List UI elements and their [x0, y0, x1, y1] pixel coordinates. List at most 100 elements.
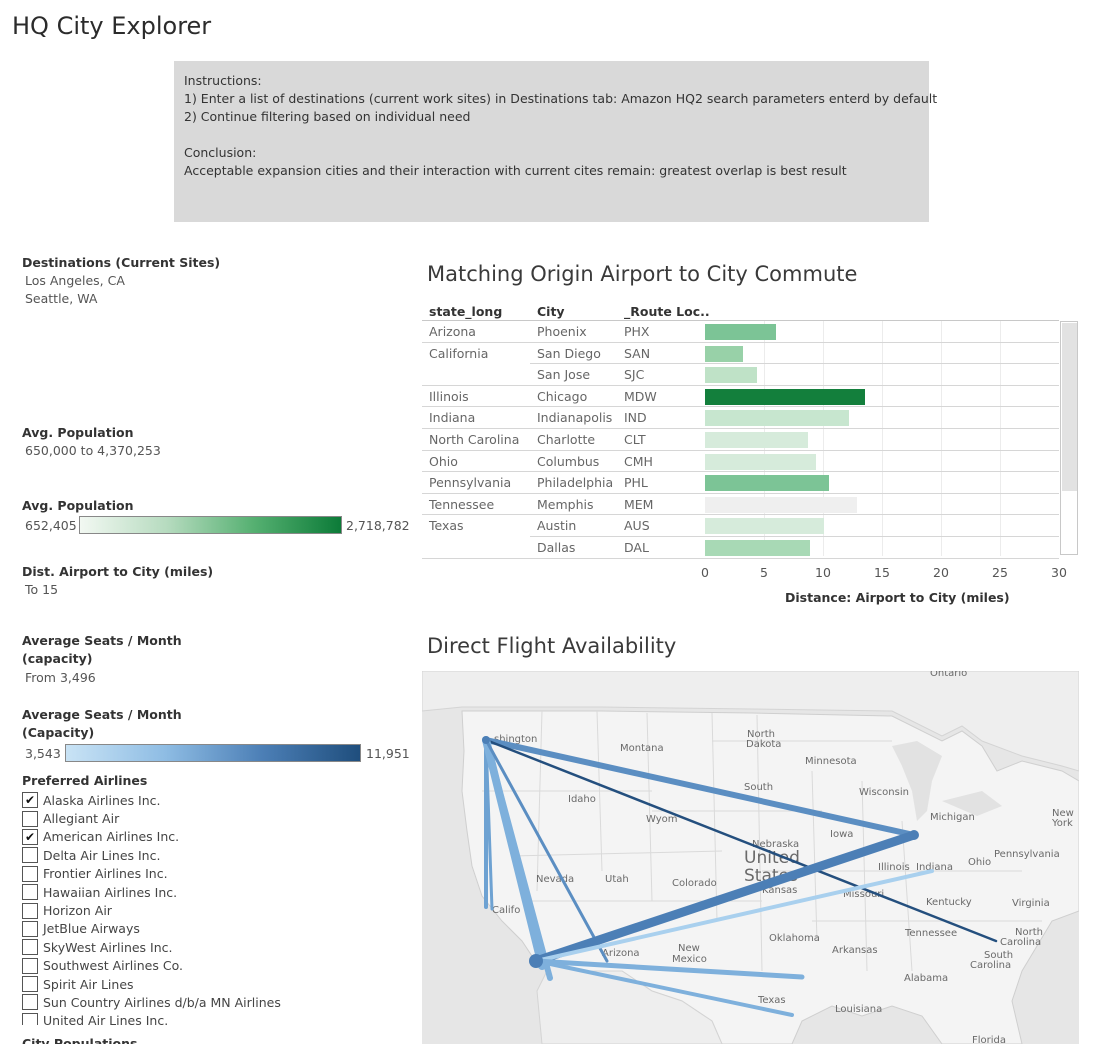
cell-route-code: PHX [624, 324, 650, 339]
checkbox[interactable]: ✔ [22, 828, 38, 845]
checkbox[interactable] [22, 994, 38, 1011]
airline-option[interactable]: United Air Lines Inc. [22, 1012, 352, 1025]
distance-bar[interactable] [705, 388, 866, 405]
distance-bar[interactable] [705, 518, 825, 535]
checkbox[interactable] [22, 957, 38, 974]
table-row[interactable]: Tennessee Memphis MEM [422, 494, 1059, 516]
airport-dot-los-angeles[interactable] [529, 954, 543, 968]
airline-option[interactable]: ✔ Alaska Airlines Inc. [22, 791, 352, 809]
airline-label: SkyWest Airlines Inc. [43, 939, 173, 955]
destination-value-la[interactable]: Los Angeles, CA [25, 272, 125, 290]
airline-option[interactable]: Delta Air Lines Inc. [22, 846, 352, 864]
seats-filter-value[interactable]: From 3,496 [25, 669, 96, 687]
airline-option[interactable]: SkyWest Airlines Inc. [22, 938, 352, 956]
x-axis-tick-label: 25 [992, 565, 1008, 580]
map-label: Alabama [904, 973, 948, 984]
table-row[interactable]: Illinois Chicago MDW [422, 386, 1059, 408]
airline-label: Hawaiian Airlines Inc. [43, 884, 178, 900]
table-row[interactable]: Indiana Indianapolis IND [422, 407, 1059, 429]
airline-label: Allegiant Air [43, 811, 120, 827]
checkbox[interactable] [22, 976, 38, 993]
table-row[interactable]: California San Diego SAN [422, 343, 1059, 365]
checkbox[interactable] [22, 884, 38, 901]
preferred-airlines-list[interactable]: ✔ Alaska Airlines Inc. Allegiant Air ✔ Ame… [22, 791, 352, 1025]
map-label: Oklahoma [769, 933, 820, 944]
map-label: Iowa [830, 829, 853, 840]
map-label: Kentucky [926, 897, 972, 908]
map-label: Louisiana [835, 1004, 882, 1015]
checkbox[interactable] [22, 920, 38, 937]
airline-option[interactable]: Horizon Air [22, 901, 352, 919]
flight-map-title: Direct Flight Availability [427, 634, 677, 658]
airline-option[interactable]: Hawaiian Airlines Inc. [22, 883, 352, 901]
distance-bar[interactable] [705, 367, 757, 384]
distance-bar[interactable] [705, 540, 811, 556]
airline-option[interactable]: Spirit Air Lines [22, 975, 352, 993]
checkbox[interactable] [22, 865, 38, 882]
distance-bar[interactable] [705, 496, 858, 513]
map-label: Nevada [536, 874, 574, 885]
checkbox[interactable] [22, 810, 38, 827]
distance-bar[interactable] [705, 410, 849, 427]
airline-option[interactable]: Allegiant Air [22, 809, 352, 827]
airline-option[interactable]: ✔ American Airlines Inc. [22, 828, 352, 846]
cell-city: Chicago [537, 388, 588, 404]
column-header-state[interactable]: state_long [429, 304, 502, 319]
map-label: Colorado [672, 878, 717, 889]
airline-option[interactable]: JetBlue Airways [22, 920, 352, 938]
table-row[interactable]: San Jose SJC [422, 364, 1059, 386]
checkbox[interactable] [22, 1012, 38, 1025]
table-row[interactable]: North Carolina Charlotte CLT [422, 429, 1059, 451]
cell-city: Indianapolis [537, 410, 613, 426]
map-label: Illinois [878, 862, 910, 873]
x-axis-tick-label: 5 [760, 565, 768, 580]
table-row[interactable]: Pennsylvania Philadelphia PHL [422, 472, 1059, 494]
map-label: New [678, 943, 700, 954]
cell-state: Pennsylvania [429, 475, 512, 491]
table-row[interactable]: Texas Austin AUS [422, 515, 1059, 537]
column-header-city[interactable]: City [537, 304, 565, 319]
cell-route-code: MDW [624, 388, 657, 404]
checkbox[interactable] [22, 939, 38, 956]
checkbox[interactable]: ✔ [22, 792, 38, 809]
scrollbar-thumb[interactable] [1062, 323, 1077, 491]
checkbox[interactable] [22, 902, 38, 919]
distance-filter-value[interactable]: To 15 [25, 581, 58, 599]
airport-dot-chicago[interactable] [909, 830, 919, 840]
airline-label: Spirit Air Lines [43, 976, 134, 992]
table-row[interactable]: Arizona Phoenix PHX [422, 321, 1059, 343]
x-axis-tick-label: 20 [933, 565, 949, 580]
distance-bar[interactable] [705, 345, 743, 362]
map-label: Carolina [1000, 937, 1041, 948]
map-label: Wisconsin [859, 787, 909, 798]
avg-population-filter-value[interactable]: 650,000 to 4,370,253 [25, 442, 161, 460]
x-axis-title: Distance: Airport to City (miles) [785, 590, 1010, 605]
airline-option[interactable]: Frontier Airlines Inc. [22, 865, 352, 883]
airport-dot-seattle[interactable] [482, 736, 490, 744]
map-label: Arkansas [832, 945, 878, 956]
avg-population-color-legend [79, 516, 342, 534]
distance-bar[interactable] [705, 432, 808, 448]
airline-option[interactable]: Sun Country Airlines d/b/a MN Airlines [22, 993, 352, 1011]
cell-city: Philadelphia [537, 475, 614, 491]
distance-bar[interactable] [705, 324, 776, 340]
cell-state: Ohio [429, 453, 458, 469]
conclusion-text: Acceptable expansion cities and their in… [184, 163, 847, 178]
column-header-route[interactable]: _Route Loc.. [624, 304, 710, 319]
table-row[interactable]: Dallas DAL [422, 537, 1059, 559]
flight-map[interactable]: Ontario shington Montana North Dakota Mi… [422, 671, 1079, 1044]
seats-legend-title: Average Seats / Month [22, 707, 182, 722]
destination-value-seattle[interactable]: Seattle, WA [25, 290, 97, 308]
table-row[interactable]: Ohio Columbus CMH [422, 451, 1059, 473]
cell-city: Columbus [537, 453, 600, 469]
distance-bar[interactable] [705, 475, 829, 492]
table-scrollbar[interactable] [1060, 321, 1078, 555]
checkbox[interactable] [22, 847, 38, 864]
distance-bar[interactable] [705, 453, 816, 470]
preferred-airlines-title: Preferred Airlines [22, 773, 148, 788]
destinations-filter-title: Destinations (Current Sites) [22, 255, 221, 270]
distance-filter-title: Dist. Airport to City (miles) [22, 564, 214, 579]
page-title: HQ City Explorer [12, 12, 212, 40]
seats-color-legend [65, 744, 361, 762]
airline-option[interactable]: Southwest Airlines Co. [22, 957, 352, 975]
